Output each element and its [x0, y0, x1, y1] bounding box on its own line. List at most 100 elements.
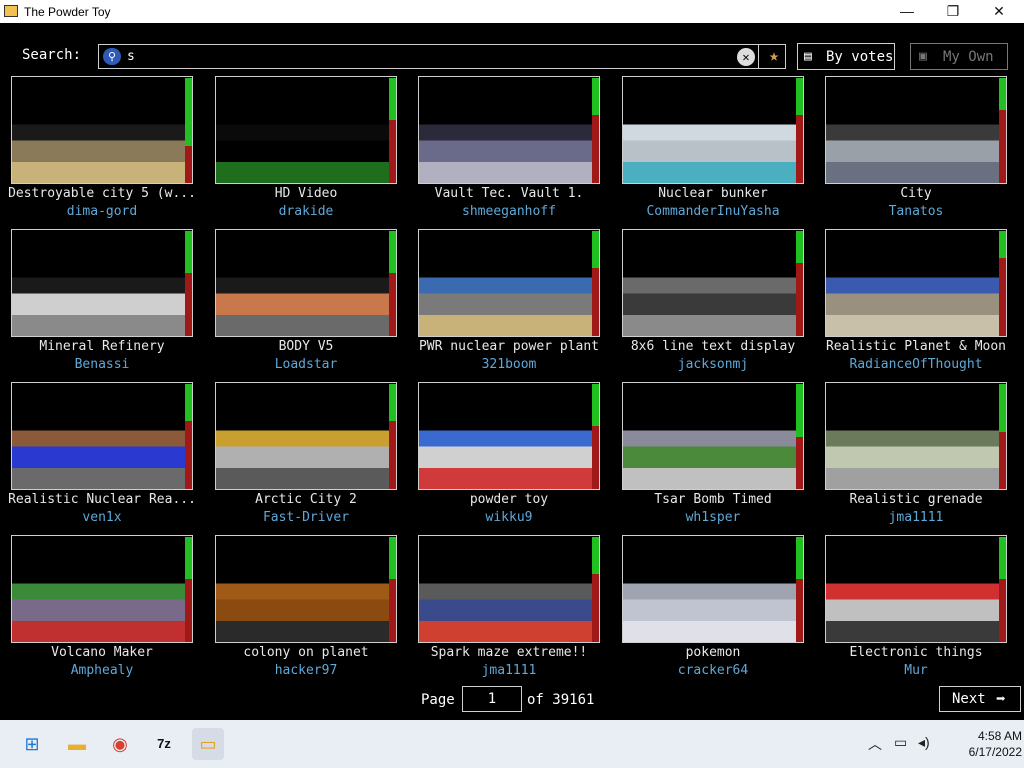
search-field[interactable]: ⚲ s ✕ ★ [98, 44, 786, 69]
save-thumbnail[interactable] [11, 535, 193, 643]
save-author[interactable]: RadianceOfThought [815, 357, 1017, 372]
save-title[interactable]: Vault Tec. Vault 1. [408, 186, 610, 201]
save-tile[interactable]: Mineral Refinery Benassi [11, 229, 206, 379]
save-thumbnail[interactable] [622, 229, 804, 337]
save-thumbnail[interactable] [418, 535, 600, 643]
save-author[interactable]: shmeeganhoff [408, 204, 610, 219]
save-tile[interactable]: Realistic Nuclear Rea... ven1x [8, 382, 206, 532]
save-title[interactable]: Tsar Bomb Timed [612, 492, 814, 507]
save-tile[interactable]: Arctic City 2 Fast-Driver [215, 382, 410, 532]
save-title[interactable]: Nuclear bunker [612, 186, 814, 201]
save-thumbnail[interactable] [215, 382, 397, 490]
save-tile[interactable]: powder toy wikku9 [418, 382, 613, 532]
save-author[interactable]: jma1111 [815, 510, 1017, 525]
save-title[interactable]: Destroyable city 5 (w... [1, 186, 203, 201]
save-author[interactable]: drakide [205, 204, 407, 219]
save-author[interactable]: wikku9 [408, 510, 610, 525]
save-title[interactable]: Realistic grenade [815, 492, 1017, 507]
minimize-button[interactable]: — [884, 0, 930, 23]
save-title[interactable]: PWR nuclear power plant [408, 339, 610, 354]
save-thumbnail[interactable] [825, 535, 1007, 643]
save-tile[interactable]: Destroyable city 5 (w... dima-gord [8, 76, 206, 226]
save-title[interactable]: City [815, 186, 1017, 201]
windows-start-icon[interactable]: ⊞ [16, 728, 48, 760]
next-page-button[interactable]: Next ➡ [939, 686, 1021, 712]
save-tile[interactable]: colony on planet hacker97 [215, 535, 410, 685]
save-author[interactable]: CommanderInuYasha [612, 204, 814, 219]
save-title[interactable]: Realistic Nuclear Rea... [1, 492, 203, 507]
powder-toy-icon[interactable]: ▭ [192, 728, 224, 760]
maximize-button[interactable]: ❐ [930, 0, 976, 23]
save-title[interactable]: Realistic Planet & Moon [815, 339, 1017, 354]
save-thumbnail[interactable] [11, 229, 193, 337]
save-thumbnail[interactable] [418, 382, 600, 490]
page-number-input[interactable]: 1 [462, 686, 522, 712]
save-tile[interactable]: City Tanatos [825, 76, 1020, 226]
save-thumbnail[interactable] [418, 229, 600, 337]
search-input[interactable]: s [127, 49, 135, 64]
save-title[interactable]: Mineral Refinery [1, 339, 203, 354]
save-thumbnail[interactable] [825, 382, 1007, 490]
close-button[interactable]: ✕ [976, 0, 1022, 23]
save-author[interactable]: cracker64 [612, 663, 814, 678]
my-own-button[interactable]: ▣ My Own [910, 43, 1008, 70]
save-author[interactable]: Loadstar [205, 357, 407, 372]
save-tile[interactable]: PWR nuclear power plant 321boom [418, 229, 613, 379]
save-author[interactable]: wh1sper [612, 510, 814, 525]
save-author[interactable]: Mur [815, 663, 1017, 678]
save-thumbnail[interactable] [418, 76, 600, 184]
save-tile[interactable]: Realistic Planet & Moon RadianceOfThought [825, 229, 1020, 379]
save-author[interactable]: jacksonmj [612, 357, 814, 372]
save-thumbnail[interactable] [622, 76, 804, 184]
network-icon[interactable]: ▭ [894, 734, 907, 751]
save-title[interactable]: Spark maze extreme!! [408, 645, 610, 660]
chevron-up-icon[interactable]: ︿ [868, 734, 882, 754]
star-icon[interactable]: ★ [763, 46, 785, 67]
save-tile[interactable]: HD Video drakide [215, 76, 410, 226]
save-tile[interactable]: Spark maze extreme!! jma1111 [418, 535, 613, 685]
save-thumbnail[interactable] [825, 229, 1007, 337]
save-title[interactable]: BODY V5 [205, 339, 407, 354]
save-title[interactable]: HD Video [205, 186, 407, 201]
save-author[interactable]: 321boom [408, 357, 610, 372]
save-tile[interactable]: BODY V5 Loadstar [215, 229, 410, 379]
save-thumbnail[interactable] [11, 382, 193, 490]
save-tile[interactable]: Realistic grenade jma1111 [825, 382, 1020, 532]
save-tile[interactable]: Nuclear bunker CommanderInuYasha [622, 76, 817, 226]
save-tile[interactable]: Electronic things Mur [825, 535, 1020, 685]
save-title[interactable]: powder toy [408, 492, 610, 507]
save-title[interactable]: Volcano Maker [1, 645, 203, 660]
save-author[interactable]: hacker97 [205, 663, 407, 678]
save-thumbnail[interactable] [825, 76, 1007, 184]
save-thumbnail[interactable] [622, 382, 804, 490]
save-thumbnail[interactable] [215, 229, 397, 337]
save-author[interactable]: ven1x [1, 510, 203, 525]
save-tile[interactable]: Vault Tec. Vault 1. shmeeganhoff [418, 76, 613, 226]
7zip-icon[interactable]: 7z [148, 728, 180, 760]
chrome-icon[interactable]: ◉ [104, 728, 136, 760]
close-icon[interactable]: ✕ [737, 48, 755, 66]
save-tile[interactable]: 8x6 line text display jacksonmj [622, 229, 817, 379]
save-title[interactable]: Arctic City 2 [205, 492, 407, 507]
save-author[interactable]: Amphealy [1, 663, 203, 678]
save-tile[interactable]: Volcano Maker Amphealy [11, 535, 206, 685]
save-thumbnail[interactable] [11, 76, 193, 184]
save-author[interactable]: Benassi [1, 357, 203, 372]
save-author[interactable]: jma1111 [408, 663, 610, 678]
save-title[interactable]: Electronic things [815, 645, 1017, 660]
save-title[interactable]: pokemon [612, 645, 814, 660]
save-tile[interactable]: pokemon cracker64 [622, 535, 817, 685]
file-explorer-icon[interactable]: ▬ [61, 728, 93, 760]
save-title[interactable]: colony on planet [205, 645, 407, 660]
save-author[interactable]: Fast-Driver [205, 510, 407, 525]
save-author[interactable]: dima-gord [1, 204, 203, 219]
save-title[interactable]: 8x6 line text display [612, 339, 814, 354]
save-tile[interactable]: Tsar Bomb Timed wh1sper [622, 382, 817, 532]
save-author[interactable]: Tanatos [815, 204, 1017, 219]
save-thumbnail[interactable] [215, 535, 397, 643]
clock[interactable]: 4:58 AM 6/17/2022 [942, 728, 1022, 760]
sort-by-votes-button[interactable]: ▤ By votes [797, 43, 895, 70]
save-thumbnail[interactable] [215, 76, 397, 184]
save-thumbnail[interactable] [622, 535, 804, 643]
volume-icon[interactable]: ◂) [918, 734, 930, 751]
